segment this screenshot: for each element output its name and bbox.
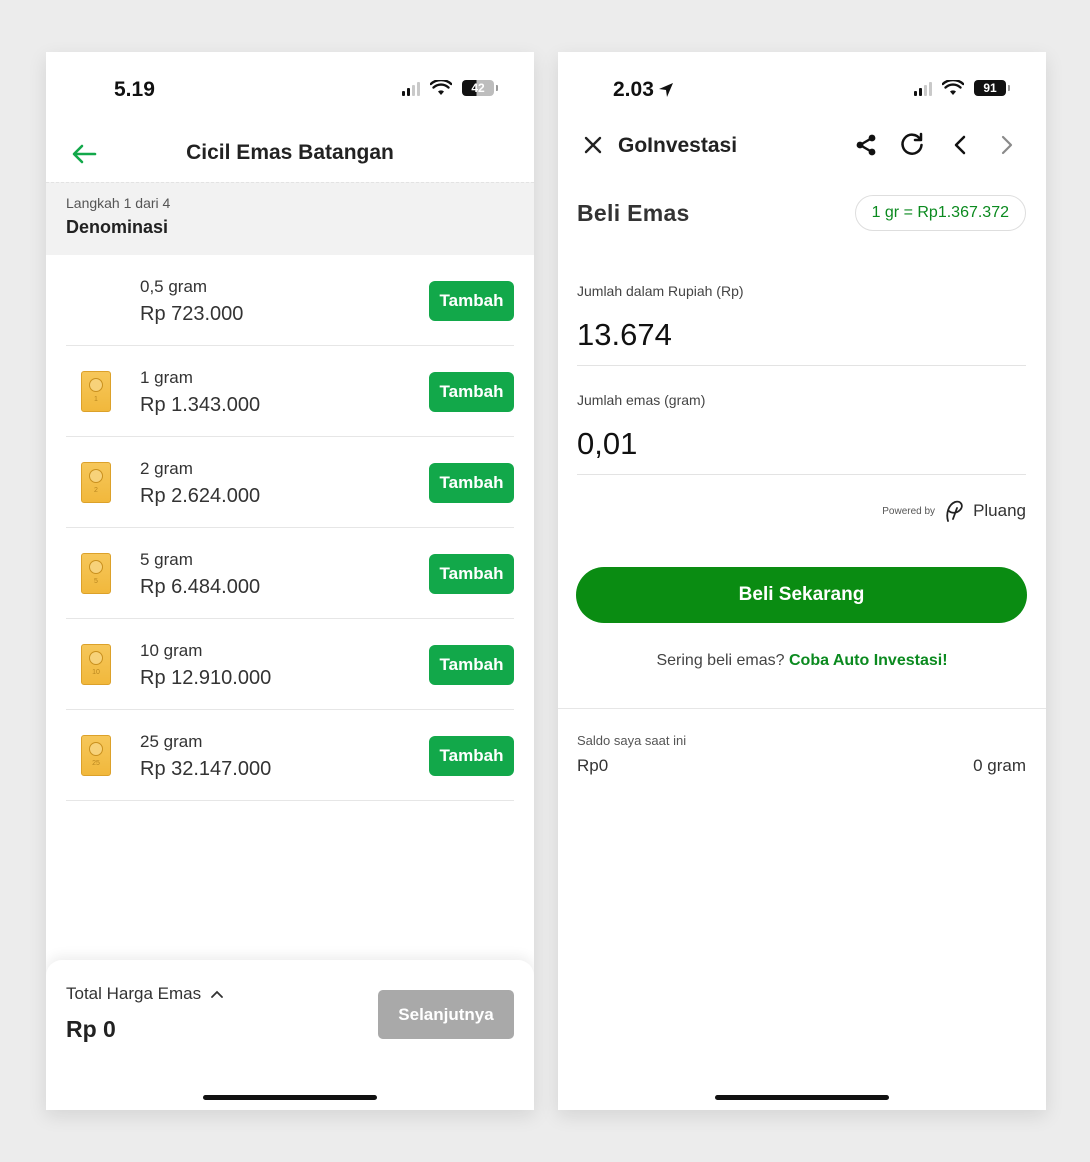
status-time-group: 2.03 (613, 78, 674, 102)
denomination-list: 0,5 gram Rp 723.000 Tambah 1 1 gram Rp 1… (66, 255, 514, 801)
app-header: Cicil Emas Batangan (46, 124, 534, 182)
denomination-price: Rp 32.147.000 (140, 758, 272, 780)
refresh-icon (901, 132, 923, 155)
refresh-button[interactable] (897, 130, 927, 160)
auto-invest-question: Sering beli emas? (656, 652, 789, 669)
webview-header: GoInvestasi (558, 124, 1046, 170)
chevron-up-icon (211, 990, 224, 998)
gold-bar-icon: 5 (81, 553, 111, 594)
cellular-signal-icon (402, 81, 420, 96)
divider (577, 365, 1026, 366)
close-button[interactable] (578, 130, 608, 160)
page-title: Cicil Emas Batangan (186, 141, 394, 164)
total-label-toggle[interactable]: Total Harga Emas (66, 984, 224, 1004)
status-icons: 42 (402, 80, 498, 96)
cellular-signal-icon (914, 81, 932, 96)
add-button[interactable]: Tambah (429, 554, 514, 594)
chevron-right-icon (1001, 135, 1013, 155)
total-value: Rp 0 (66, 1016, 116, 1042)
denomination-price: Rp 12.910.000 (140, 667, 272, 689)
powered-by: Powered by Pluang (882, 499, 1026, 523)
add-button[interactable]: Tambah (429, 463, 514, 503)
balance-rupiah: Rp0 (577, 756, 609, 775)
denomination-weight: 10 gram (140, 641, 203, 660)
denomination-row: 5 5 gram Rp 6.484.000 Tambah (66, 528, 514, 619)
chevron-left-icon (954, 135, 966, 155)
status-bar: 2.03 91 (558, 52, 1046, 124)
status-bar: 5.19 42 (46, 52, 534, 124)
add-button[interactable]: Tambah (429, 372, 514, 412)
pluang-logo-icon (946, 500, 963, 522)
step-indicator: Langkah 1 dari 4 Denominasi (46, 182, 534, 255)
gold-bar-icon: 2 (81, 462, 111, 503)
denomination-row: 0,5 gram Rp 723.000 Tambah (66, 255, 514, 346)
balance-label: Saldo saya saat ini (577, 733, 687, 748)
partner-name: Pluang (973, 501, 1026, 520)
step-title: Denominasi (66, 217, 169, 237)
total-label: Total Harga Emas (66, 984, 202, 1003)
add-button[interactable]: Tambah (429, 281, 514, 321)
denomination-row: 1 1 gram Rp 1.343.000 Tambah (66, 346, 514, 437)
back-button[interactable] (68, 138, 100, 170)
gold-bar-icon: 1 (81, 371, 111, 412)
denomination-row: 10 10 gram Rp 12.910.000 Tambah (66, 619, 514, 710)
home-indicator (203, 1095, 377, 1100)
add-button[interactable]: Tambah (429, 645, 514, 685)
denomination-weight: 0,5 gram (140, 277, 208, 296)
share-button[interactable] (851, 130, 881, 160)
gram-label: Jumlah emas (gram) (577, 392, 706, 408)
gold-bar-icon: 25 (81, 735, 111, 776)
denomination-weight: 1 gram (140, 368, 193, 387)
denomination-price: Rp 723.000 (140, 303, 244, 325)
page-title: GoInvestasi (618, 134, 738, 157)
auto-invest-link[interactable]: Coba Auto Investasi! (789, 652, 948, 669)
denomination-row: 2 2 gram Rp 2.624.000 Tambah (66, 437, 514, 528)
status-time: 5.19 (114, 78, 155, 101)
close-icon (584, 136, 602, 154)
powered-by-label: Powered by (882, 505, 936, 517)
status-time: 2.03 (613, 78, 654, 101)
balance-gram: 0 gram (973, 756, 1026, 775)
battery-icon: 42 (462, 80, 498, 96)
section-title: Beli Emas (577, 200, 690, 226)
back-nav-button[interactable] (945, 130, 975, 160)
gram-input[interactable]: 0,01 (577, 426, 637, 462)
denomination-weight: 25 gram (140, 732, 203, 751)
step-label: Langkah 1 dari 4 (66, 195, 171, 211)
denomination-weight: 2 gram (140, 459, 193, 478)
auto-invest-promo: Sering beli emas? Coba Auto Investasi! (558, 652, 1046, 670)
denomination-price: Rp 1.343.000 (140, 394, 261, 416)
forward-nav-button[interactable] (992, 130, 1022, 160)
denomination-price: Rp 2.624.000 (140, 485, 261, 507)
divider (577, 474, 1026, 475)
wifi-icon (430, 80, 452, 95)
share-icon (856, 134, 876, 156)
buy-now-button[interactable]: Beli Sekarang (576, 567, 1027, 623)
rupiah-input[interactable]: 13.674 (577, 317, 672, 353)
gold-rate-badge: 1 gr = Rp1.367.372 (854, 195, 1026, 231)
gold-bar-icon: 10 (81, 644, 111, 685)
rupiah-label: Jumlah dalam Rupiah (Rp) (577, 283, 744, 299)
wifi-icon (942, 80, 964, 95)
denomination-price: Rp 6.484.000 (140, 576, 261, 598)
next-button[interactable]: Selanjutnya (378, 990, 514, 1039)
add-button[interactable]: Tambah (429, 736, 514, 776)
beli-emas-screen: 2.03 91 GoInvestasi Beli Emas 1 gr = Rp1… (558, 52, 1046, 1110)
arrow-left-icon (72, 144, 97, 164)
battery-icon: 91 (974, 80, 1010, 96)
divider (558, 708, 1046, 709)
denomination-weight: 5 gram (140, 550, 193, 569)
location-arrow-icon (658, 83, 673, 97)
status-icons: 91 (914, 80, 1010, 96)
cicil-emas-screen: 5.19 42 Cicil Emas Batangan Langkah 1 da… (46, 52, 534, 1110)
denomination-row: 25 25 gram Rp 32.147.000 Tambah (66, 710, 514, 801)
total-summary-sheet: Total Harga Emas Rp 0 Selanjutnya (46, 960, 534, 1110)
home-indicator (715, 1095, 889, 1100)
